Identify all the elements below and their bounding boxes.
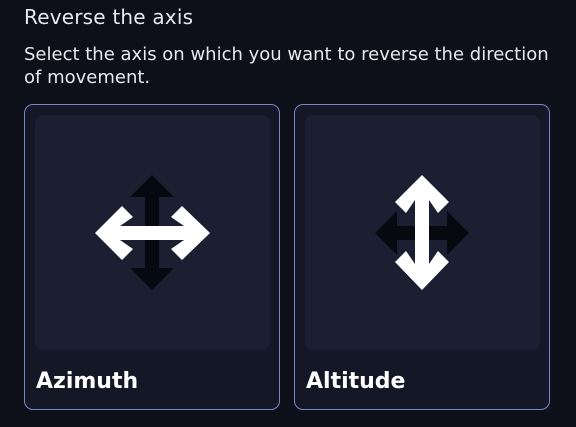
section-description: Select the axis on which you want to rev… bbox=[24, 44, 549, 88]
azimuth-label: Azimuth bbox=[36, 369, 139, 394]
azimuth-icon-tile bbox=[35, 115, 270, 350]
reverse-axis-page: Reverse the axis Select the axis on whic… bbox=[0, 0, 576, 427]
altitude-option-card[interactable]: Altitude bbox=[294, 104, 550, 410]
altitude-label: Altitude bbox=[306, 369, 406, 394]
section-title: Reverse the axis bbox=[24, 5, 194, 29]
azimuth-option-card[interactable]: Azimuth bbox=[24, 104, 280, 410]
altitude-icon-tile bbox=[305, 115, 540, 350]
horizontal-arrows-icon bbox=[95, 175, 210, 290]
vertical-arrows-icon bbox=[375, 175, 469, 290]
